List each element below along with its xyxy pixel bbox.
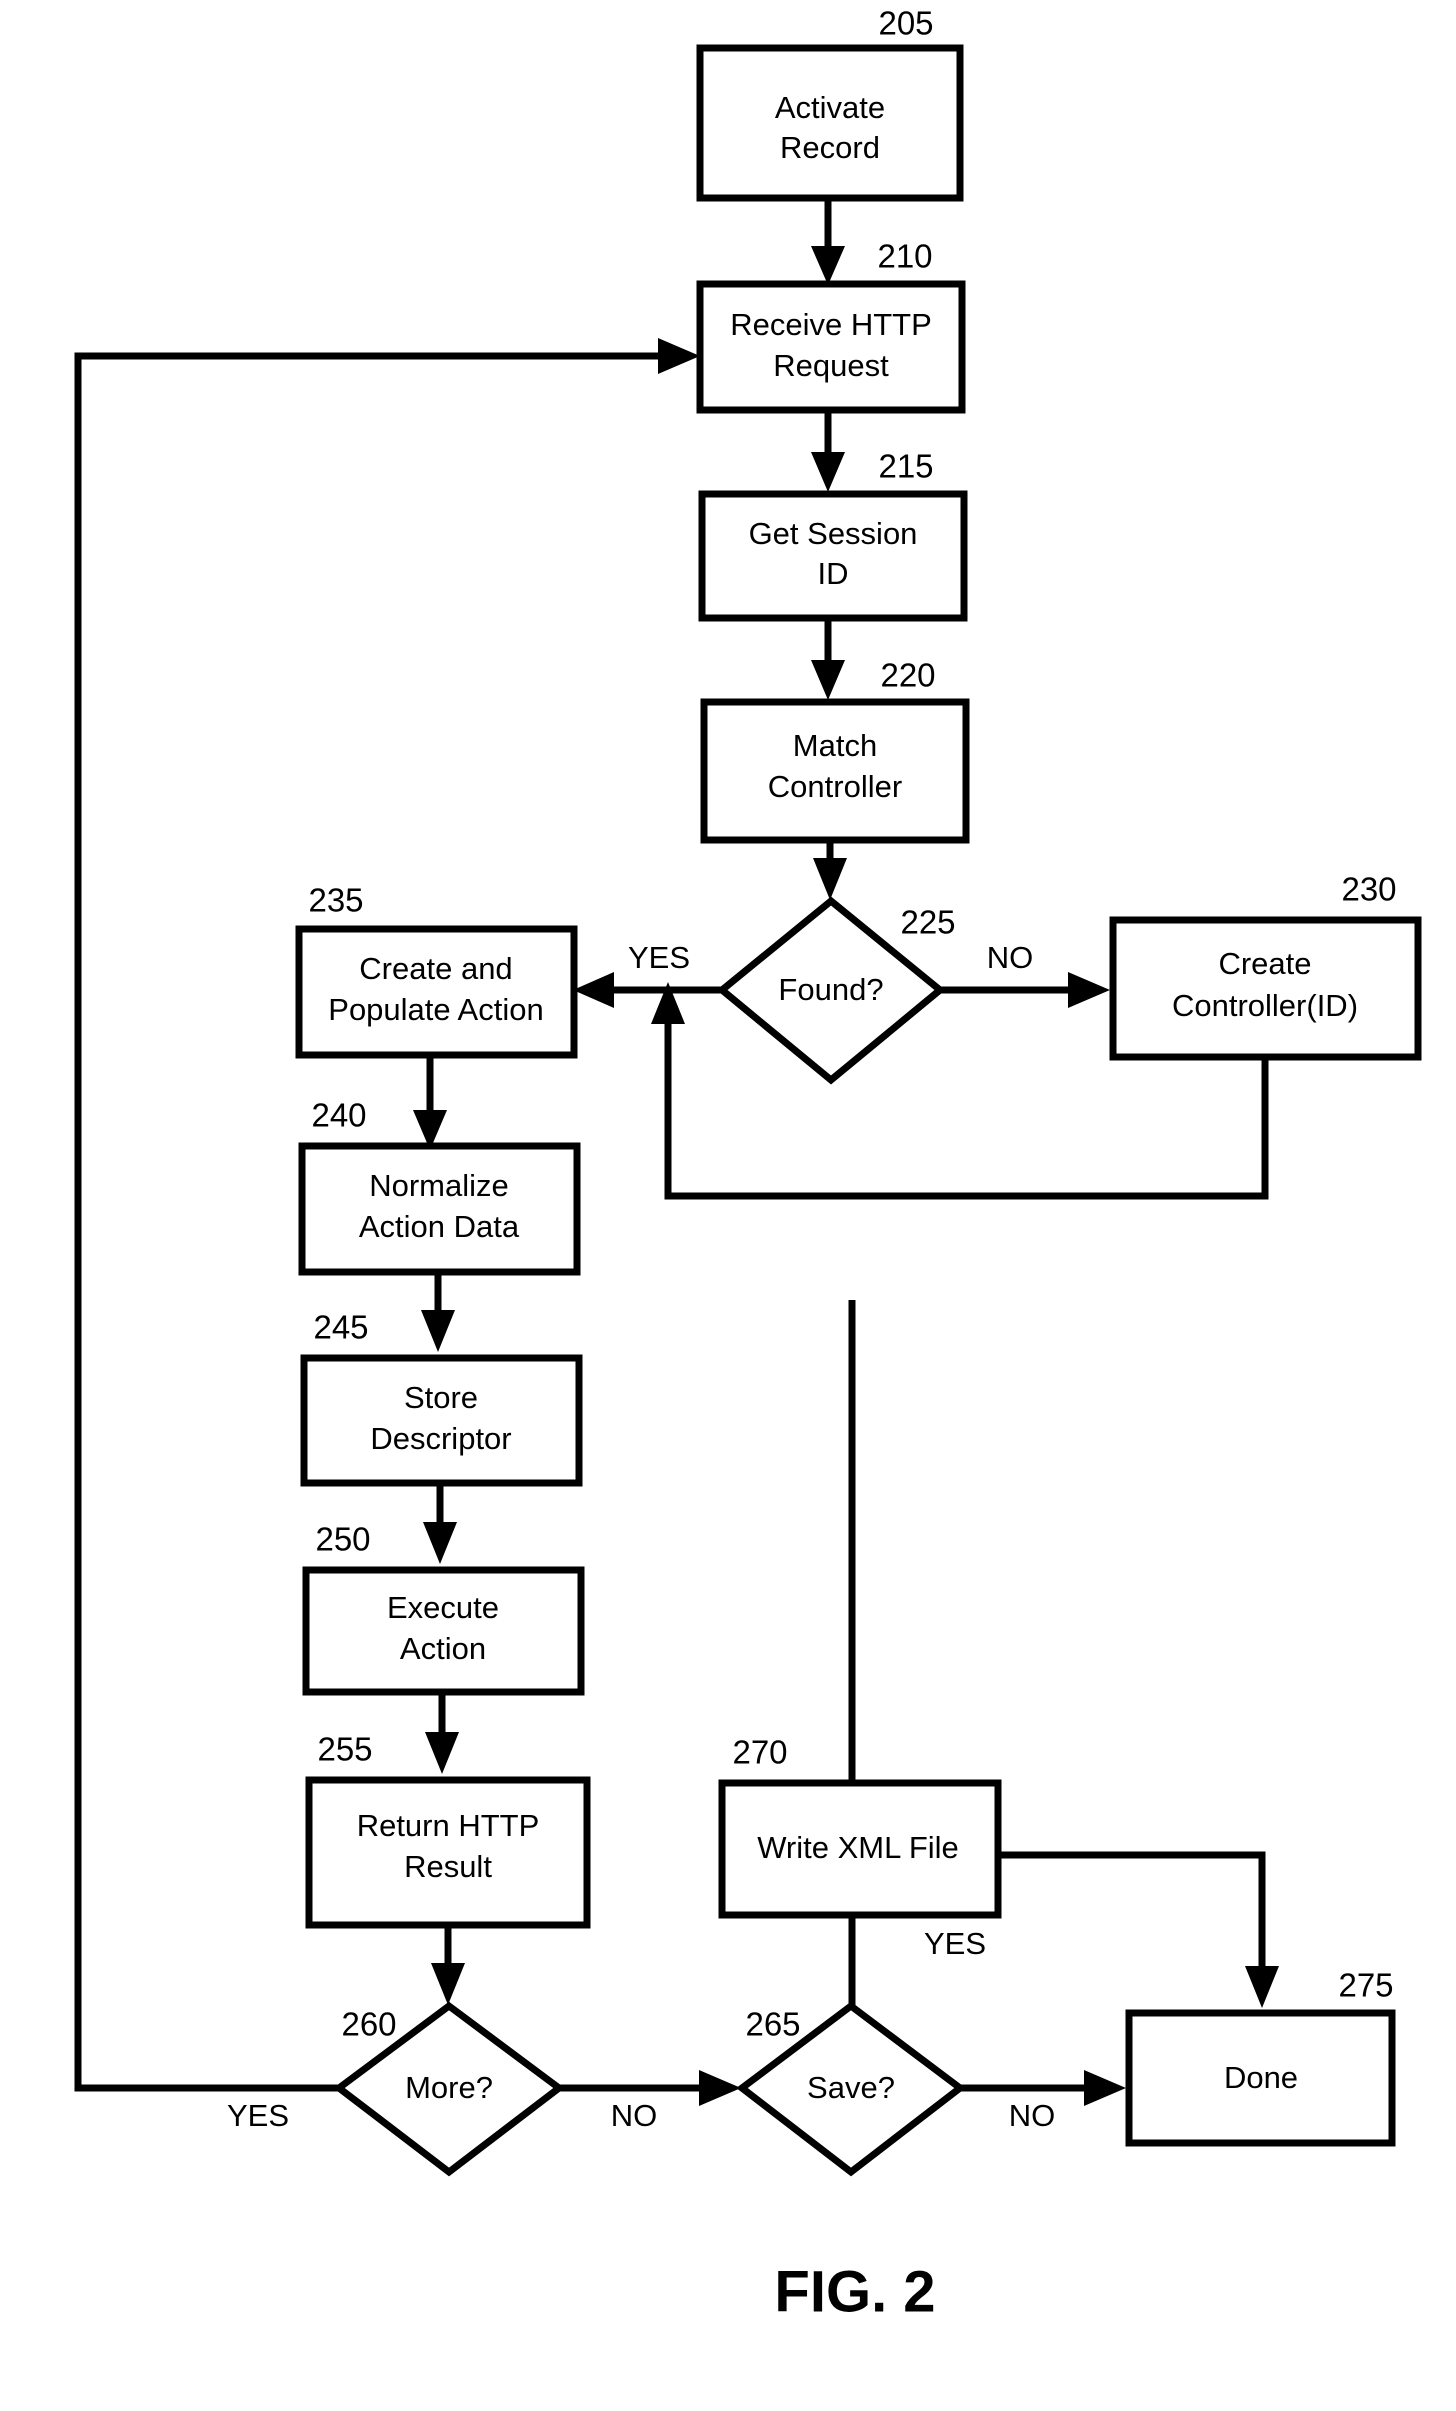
node-found-decision-label: Found? bbox=[778, 972, 883, 1007]
node-return-http-result[interactable]: Return HTTP Result bbox=[305, 1776, 591, 1929]
node-more-decision-label: More? bbox=[405, 2070, 493, 2105]
ref-number-220: 220 bbox=[880, 657, 935, 694]
node-get-session-id-line-1: Get Session bbox=[749, 516, 918, 551]
edge-found-no-to-create-controller bbox=[940, 972, 1110, 1008]
node-receive-http-request-line-2: Request bbox=[773, 348, 889, 383]
node-write-xml-file[interactable]: Write XML File bbox=[718, 1779, 1002, 1919]
edge-normalize-to-store bbox=[421, 1272, 455, 1352]
node-store-descriptor[interactable]: Store Descriptor bbox=[300, 1354, 583, 1487]
node-create-controller[interactable]: Create Controller(ID) bbox=[1109, 916, 1422, 1061]
node-activate-record-line-2: Record bbox=[780, 130, 880, 165]
edge-match-to-found bbox=[813, 840, 847, 900]
edge-receive-to-session bbox=[811, 410, 845, 492]
ref-number-260: 260 bbox=[341, 2006, 396, 2043]
ref-number-215: 215 bbox=[878, 448, 933, 485]
node-normalize-action-data-line-1: Normalize bbox=[369, 1168, 509, 1203]
node-create-populate-action[interactable]: Create and Populate Action bbox=[295, 925, 578, 1059]
ref-number-245: 245 bbox=[313, 1309, 368, 1346]
branch-label-save-no: NO bbox=[1009, 2098, 1056, 2133]
ref-number-205: 205 bbox=[878, 5, 933, 42]
ref-number-250: 250 bbox=[315, 1521, 370, 1558]
ref-number-225: 225 bbox=[900, 904, 955, 941]
node-activate-record[interactable]: Activate Record bbox=[696, 44, 964, 202]
node-store-descriptor-line-1: Store bbox=[404, 1380, 478, 1415]
edge-session-to-match bbox=[811, 618, 845, 700]
node-match-controller[interactable]: Match Controller bbox=[700, 698, 970, 844]
edge-found-yes-to-create-action bbox=[573, 972, 722, 1008]
node-execute-action-line-2: Action bbox=[400, 1631, 486, 1666]
ref-number-265: 265 bbox=[745, 2006, 800, 2043]
branch-label-save-yes: YES bbox=[924, 1926, 986, 1961]
edge-save-yes-to-write-xml bbox=[835, 1300, 869, 2040]
branch-label-found-yes: YES bbox=[628, 940, 690, 975]
branch-label-found-no: NO bbox=[987, 940, 1034, 975]
ref-number-275: 275 bbox=[1338, 1967, 1393, 2004]
patent-figure: Activate Record 205 Receive HTTP Request… bbox=[0, 0, 1456, 2411]
node-match-controller-line-2: Controller bbox=[768, 769, 902, 804]
node-get-session-id-line-2: ID bbox=[818, 556, 849, 591]
node-normalize-action-data-line-2: Action Data bbox=[359, 1209, 520, 1244]
node-normalize-action-data[interactable]: Normalize Action Data bbox=[298, 1142, 581, 1276]
node-done-label: Done bbox=[1224, 2060, 1298, 2095]
edge-write-xml-to-done bbox=[998, 1851, 1279, 2008]
figure-caption: FIG. 2 bbox=[774, 2259, 935, 2324]
edge-execute-to-return bbox=[425, 1692, 459, 1774]
ref-number-270: 270 bbox=[732, 1734, 787, 1771]
branch-label-more-yes: YES bbox=[227, 2098, 289, 2133]
node-done[interactable]: Done bbox=[1125, 2009, 1396, 2147]
ref-number-230: 230 bbox=[1341, 871, 1396, 908]
flowchart-canvas: Activate Record 205 Receive HTTP Request… bbox=[74, 5, 1422, 2324]
edge-return-to-more bbox=[431, 1925, 465, 2005]
ref-number-255: 255 bbox=[317, 1731, 372, 1768]
node-receive-http-request-line-1: Receive HTTP bbox=[730, 307, 932, 342]
edge-store-to-execute bbox=[423, 1483, 457, 1564]
node-match-controller-line-1: Match bbox=[793, 728, 877, 763]
ref-number-240: 240 bbox=[311, 1097, 366, 1134]
node-return-http-result-line-1: Return HTTP bbox=[357, 1808, 540, 1843]
node-create-populate-action-line-1: Create and bbox=[359, 951, 512, 986]
branch-label-more-no: NO bbox=[611, 2098, 658, 2133]
node-create-controller-line-1: Create bbox=[1218, 946, 1311, 981]
node-activate-record-line-1: Activate bbox=[775, 90, 885, 125]
node-return-http-result-line-2: Result bbox=[404, 1849, 492, 1884]
node-write-xml-file-label: Write XML File bbox=[757, 1830, 959, 1865]
node-receive-http-request[interactable]: Receive HTTP Request bbox=[696, 280, 966, 414]
node-store-descriptor-line-2: Descriptor bbox=[370, 1421, 511, 1456]
ref-number-235: 235 bbox=[308, 882, 363, 919]
edge-activate-to-receive bbox=[811, 198, 845, 285]
edge-create-action-to-normalize bbox=[413, 1055, 447, 1150]
node-create-controller-line-2: Controller(ID) bbox=[1172, 988, 1358, 1023]
node-execute-action-line-1: Execute bbox=[387, 1590, 499, 1625]
node-execute-action[interactable]: Execute Action bbox=[302, 1566, 585, 1696]
node-create-populate-action-line-2: Populate Action bbox=[328, 992, 543, 1027]
node-get-session-id[interactable]: Get Session ID bbox=[698, 490, 968, 622]
node-save-decision-label: Save? bbox=[807, 2070, 895, 2105]
ref-number-210: 210 bbox=[877, 238, 932, 275]
